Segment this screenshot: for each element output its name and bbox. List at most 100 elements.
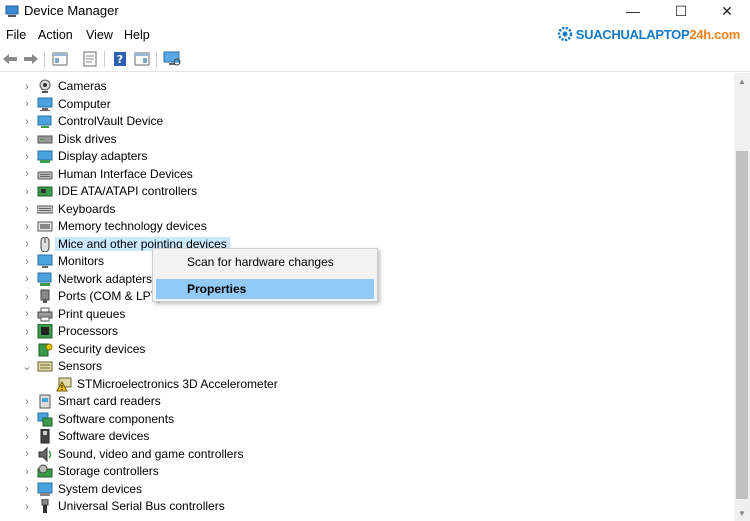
hid-icon: [37, 171, 53, 179]
menu-view[interactable]: View: [86, 28, 113, 42]
scroll-down-icon[interactable]: ▼: [734, 505, 750, 521]
chevron-right-icon[interactable]: ›: [22, 446, 32, 463]
vertical-scrollbar[interactable]: ▲ ▼: [734, 73, 750, 521]
show-hide-console-tree-icon[interactable]: [50, 49, 70, 69]
chevron-right-icon[interactable]: ›: [22, 393, 32, 410]
chevron-right-icon[interactable]: ›: [22, 218, 32, 235]
camera-icon: [39, 79, 51, 93]
maximize-button[interactable]: ☐: [658, 0, 704, 22]
computer-icon: [37, 97, 53, 111]
tree-item-label: System devices: [58, 481, 143, 496]
chevron-right-icon[interactable]: ›: [22, 253, 32, 270]
chevron-right-icon[interactable]: ›: [22, 288, 32, 305]
forward-arrow-icon[interactable]: [21, 49, 41, 69]
chevron-right-icon[interactable]: ›: [22, 271, 32, 288]
tree-item-label: Human Interface Devices: [58, 166, 193, 181]
chevron-right-icon[interactable]: ›: [22, 78, 32, 95]
scroll-up-icon[interactable]: ▲: [734, 73, 750, 89]
tree-item-sensors[interactable]: ⌄ Sensors: [0, 358, 730, 375]
chevron-right-icon[interactable]: ›: [22, 236, 32, 253]
chevron-right-icon[interactable]: ›: [22, 463, 32, 480]
chevron-right-icon[interactable]: ›: [22, 96, 32, 113]
tree-item-label: Disk drives: [58, 131, 117, 146]
toolbar-separator: [44, 51, 45, 67]
tree-item-label: Sound, video and game controllers: [58, 446, 244, 461]
chevron-right-icon[interactable]: ›: [22, 113, 32, 130]
help-icon[interactable]: ?: [110, 49, 130, 69]
chevron-right-icon[interactable]: ›: [22, 148, 32, 165]
tree-item-computer[interactable]: › Computer: [0, 96, 730, 113]
toolbar-separator: [104, 51, 105, 67]
properties-icon[interactable]: [80, 49, 100, 69]
action-pane-icon[interactable]: [132, 49, 152, 69]
tree-item-sound-video-and-game-controllers[interactable]: › Sound, video and game controllers: [0, 446, 730, 463]
context-menu: Scan for hardware changes Properties: [152, 248, 378, 302]
tree-item-universal-serial-bus-controllers[interactable]: › Universal Serial Bus controllers: [0, 498, 730, 515]
tree-item-disk-drives[interactable]: › Disk drives: [0, 131, 730, 148]
software-component-icon: [37, 412, 53, 426]
tree-item-ide-ata-atapi-controllers[interactable]: › IDE ATA/ATAPI controllers: [0, 183, 730, 200]
title-bar: Device Manager — ☐ ✕: [0, 0, 750, 24]
chevron-right-icon[interactable]: ›: [22, 323, 32, 340]
tree-item-software-devices[interactable]: › Software devices: [0, 428, 730, 445]
menu-file[interactable]: File: [6, 28, 26, 42]
context-menu-scan-for-hardware-changes[interactable]: Scan for hardware changes: [156, 252, 374, 272]
window-title: Device Manager: [24, 3, 119, 18]
tree-item-label: Monitors: [58, 254, 105, 268]
tree-item-print-queues[interactable]: › Print queues: [0, 306, 730, 323]
chevron-right-icon[interactable]: ›: [22, 166, 32, 183]
chevron-down-icon[interactable]: ⌄: [22, 358, 32, 375]
tree-item-label: Display adapters: [58, 149, 148, 163]
storage-controller-icon: [37, 464, 53, 478]
sound-icon: [38, 446, 52, 462]
chevron-right-icon[interactable]: ›: [22, 306, 32, 323]
tree-item-memory-technology-devices[interactable]: › Memory technology devices: [0, 218, 730, 235]
tree-item-controlvault-device[interactable]: › ControlVault Device: [0, 113, 730, 130]
network-adapter-icon: [37, 272, 52, 286]
device-manager-app-icon: [5, 5, 19, 17]
tree-item-security-devices[interactable]: › Security devices: [0, 341, 730, 358]
chevron-right-icon[interactable]: ›: [22, 201, 32, 218]
close-button[interactable]: ✕: [704, 0, 750, 22]
menu-help[interactable]: Help: [124, 28, 150, 42]
chevron-right-icon[interactable]: ›: [22, 411, 32, 428]
mouse-icon: [40, 236, 50, 252]
tree-item-storage-controllers[interactable]: › Storage controllers: [0, 463, 730, 480]
tree-item-label: Smart card readers: [58, 394, 161, 408]
tree-item-label: Memory technology devices: [58, 219, 207, 233]
tree-item-cameras[interactable]: › Cameras: [0, 78, 730, 95]
chevron-right-icon[interactable]: ›: [22, 428, 32, 445]
svg-text:?: ?: [117, 53, 123, 66]
chevron-right-icon[interactable]: ›: [22, 131, 32, 148]
monitor-scan-icon[interactable]: [162, 49, 182, 69]
tree-item-display-adapters[interactable]: › Display adapters: [0, 148, 730, 165]
tree-item-stmicroelectronics-3d-accelerometer[interactable]: STMicroelectronics 3D Accelerometer: [0, 376, 730, 393]
context-menu-properties[interactable]: Properties: [156, 279, 374, 299]
tree-item-system-devices[interactable]: › System devices: [0, 481, 730, 498]
menu-action[interactable]: Action: [38, 28, 73, 42]
tree-item-label: STMicroelectronics 3D Accelerometer: [77, 376, 278, 391]
tree-item-label: Software devices: [58, 429, 150, 443]
scrollbar-thumb[interactable]: [736, 151, 748, 499]
chevron-right-icon[interactable]: ›: [22, 481, 32, 498]
tree-item-label: Security devices: [58, 341, 146, 356]
back-arrow-icon[interactable]: [0, 49, 20, 69]
tree-item-human-interface-devices[interactable]: › Human Interface Devices: [0, 166, 730, 183]
tree-item-label: IDE ATA/ATAPI controllers: [58, 184, 198, 198]
chevron-right-icon[interactable]: ›: [22, 498, 32, 515]
tree-item-label: Software components: [58, 411, 175, 426]
printer-icon: [37, 307, 53, 321]
toolbar-separator: [156, 51, 157, 67]
chevron-right-icon[interactable]: ›: [22, 341, 32, 358]
minimize-button[interactable]: —: [610, 0, 656, 22]
chevron-right-icon[interactable]: ›: [22, 183, 32, 200]
tree-item-keyboards[interactable]: › Keyboards: [0, 201, 730, 218]
tree-item-software-components[interactable]: › Software components: [0, 411, 730, 428]
tree-item-label: Ports (COM & LPT): [58, 289, 163, 303]
tree-item-smart-card-readers[interactable]: › Smart card readers: [0, 393, 730, 410]
tree-item-label: Print queues: [58, 306, 126, 321]
tree-item-label: Keyboards: [58, 201, 116, 216]
tree-item-processors[interactable]: › Processors: [0, 323, 730, 340]
sensor-icon: [37, 361, 53, 372]
toolbar: ?: [0, 46, 750, 72]
